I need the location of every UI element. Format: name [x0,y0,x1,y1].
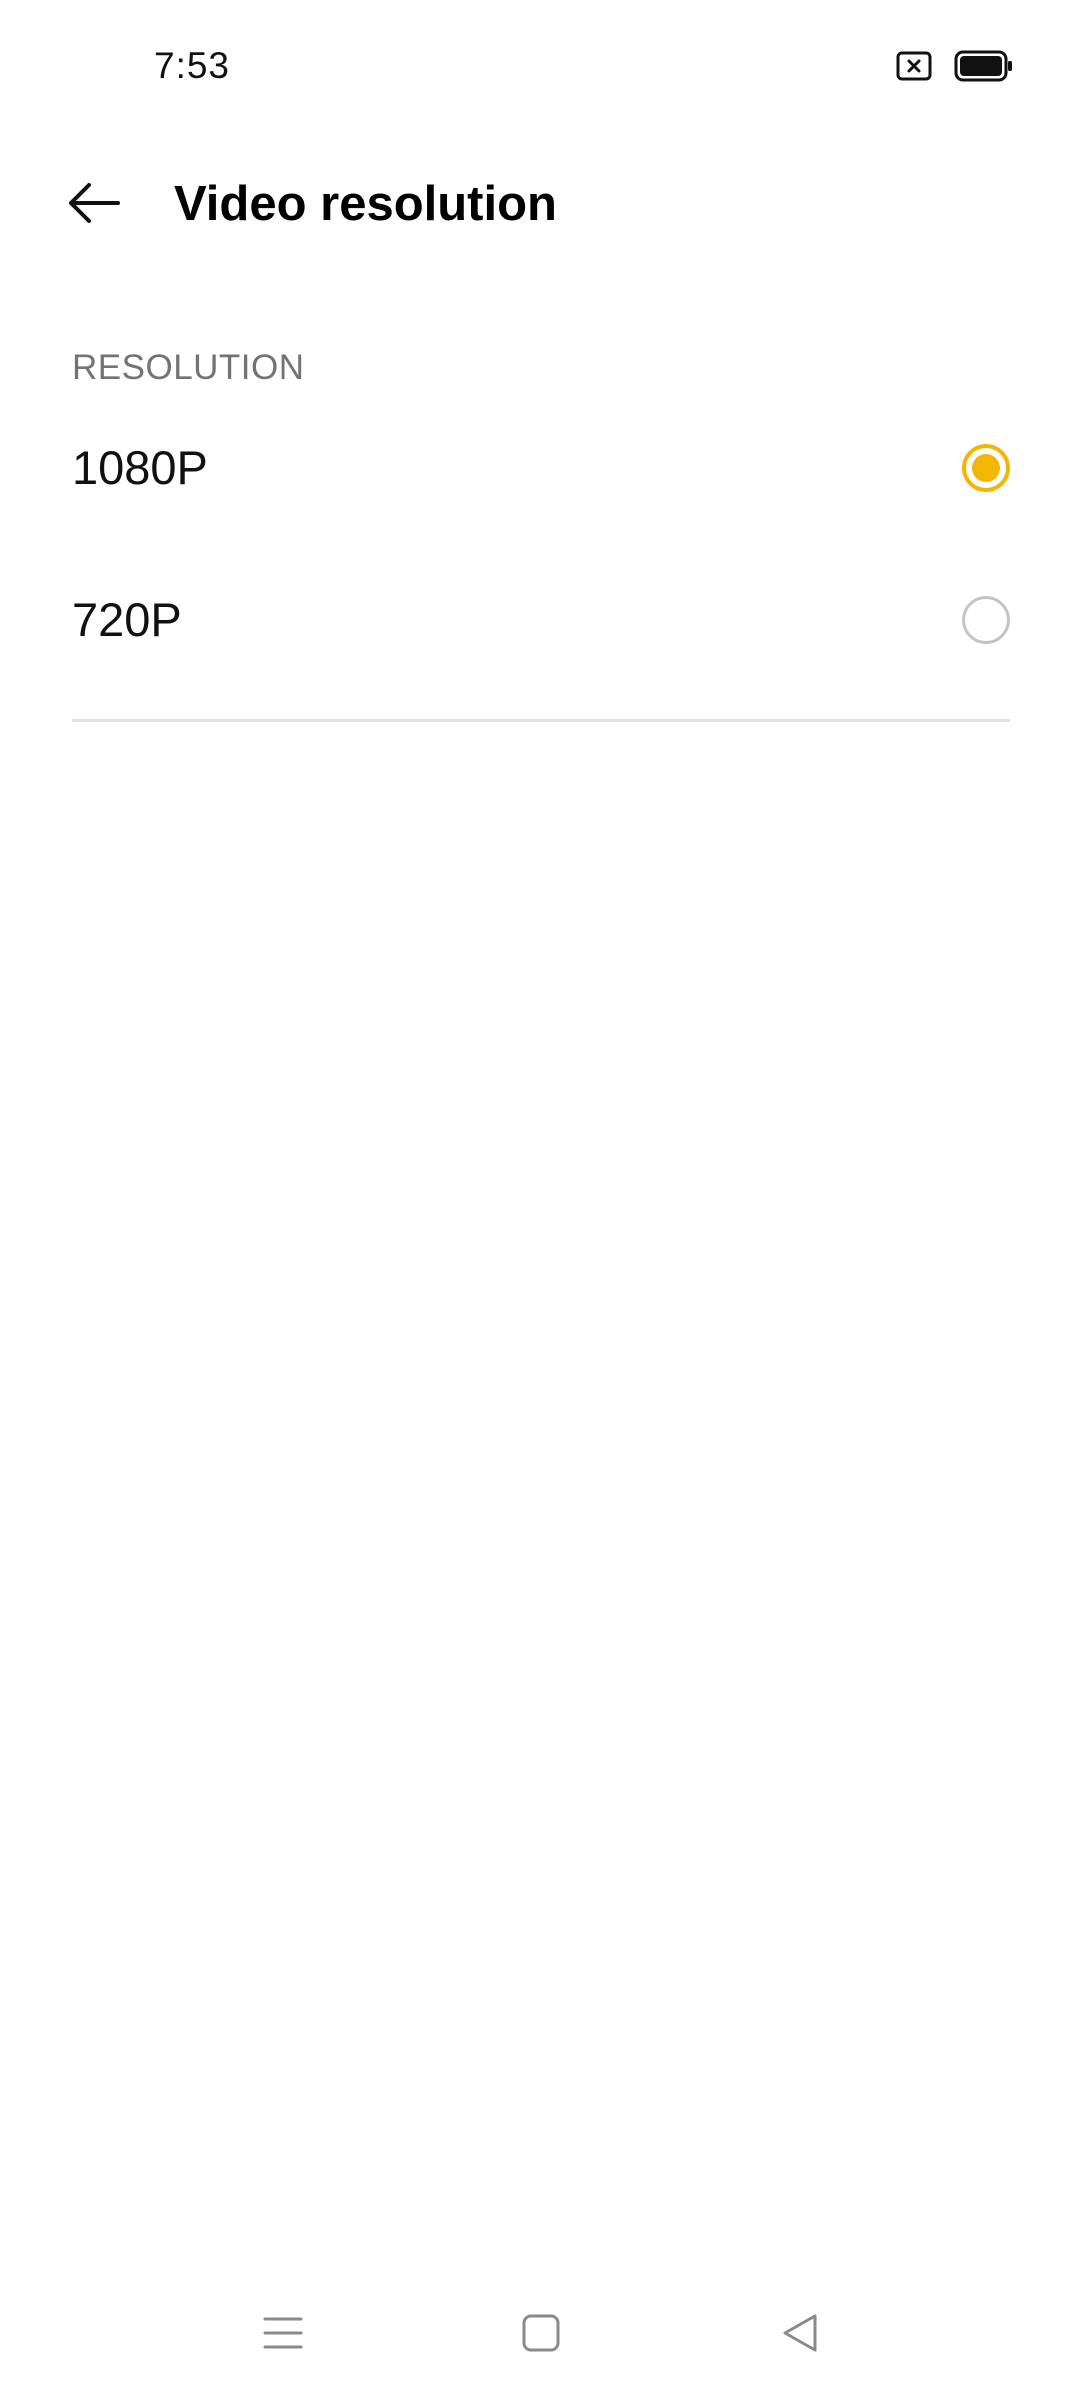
radio-button-unselected[interactable] [962,596,1010,644]
divider [72,719,1010,722]
status-icons [896,50,1014,87]
back-triangle-icon [780,2313,820,2358]
status-bar: 7:53 [0,0,1080,120]
system-back-button[interactable] [755,2290,845,2380]
home-icon [521,2313,561,2358]
recent-apps-button[interactable] [238,2290,328,2380]
back-button[interactable] [56,172,132,238]
page-title: Video resolution [174,177,557,231]
home-button[interactable] [496,2290,586,2380]
radio-button-selected[interactable] [962,444,1010,492]
app-bar: Video resolution [0,150,1080,260]
notification-x-icon [896,51,932,86]
option-label: 720P [72,593,182,646]
arrow-left-icon [66,181,122,230]
navigation-bar [0,2290,1080,2380]
screen: 7:53 Video resolution RESOLUTION 1080P 7… [0,0,1080,2400]
option-720p[interactable]: 720P [0,545,1080,695]
status-time: 7:53 [154,45,231,86]
battery-full-icon [954,50,1014,87]
option-label: 1080P [72,441,208,494]
menu-icon [263,2313,303,2358]
section-header: RESOLUTION [72,348,305,387]
option-1080p[interactable]: 1080P [0,393,1080,543]
